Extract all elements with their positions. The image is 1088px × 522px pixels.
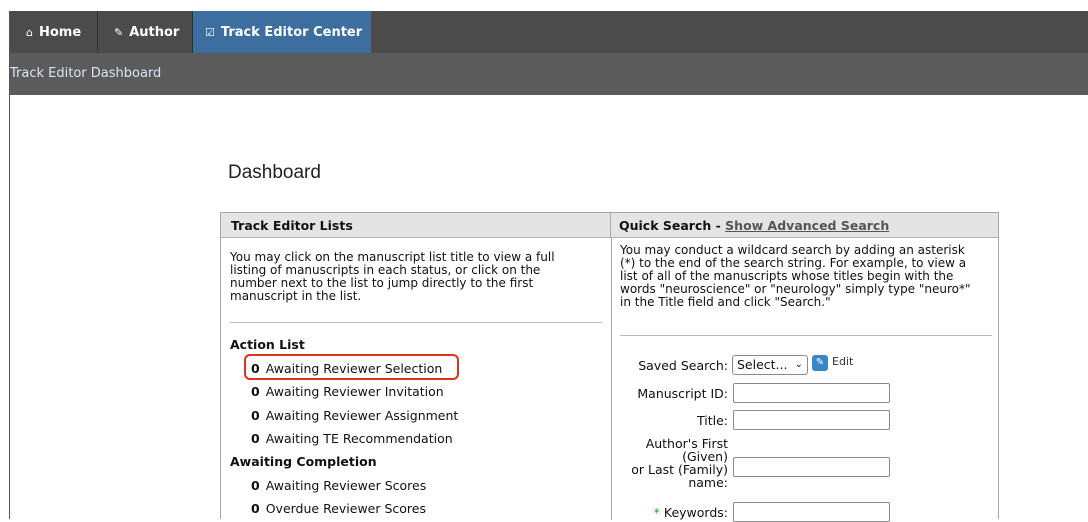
item-label[interactable]: Awaiting TE Recommendation — [266, 431, 453, 446]
item-count[interactable]: 0 — [251, 384, 260, 399]
nav-track-editor-center-label: Track Editor Center — [220, 24, 363, 40]
awaiting-completion-heading: Awaiting Completion — [230, 454, 377, 469]
pencil-edit-icon[interactable]: ✎ — [812, 355, 828, 371]
item-label[interactable]: Awaiting Reviewer Assignment — [266, 408, 459, 423]
top-nav: ⌂ Home ✎ Author ☑ Track Editor Center — [10, 11, 1088, 53]
intro-line: manuscript in the list. — [230, 289, 362, 303]
saved-search-select[interactable]: Select... ⌄ — [732, 355, 808, 375]
lists-intro: You may click on the manuscript list tit… — [230, 251, 605, 303]
item-count[interactable]: 0 — [251, 431, 260, 446]
quick-search-intro: You may conduct a wildcard search by add… — [620, 244, 996, 309]
saved-search-value: Select... — [737, 357, 788, 372]
manuscript-id-input[interactable] — [733, 383, 890, 403]
intro-line: in the Title field and click "Search." — [620, 295, 831, 309]
nav-track-editor-center[interactable]: ☑ Track Editor Center — [193, 11, 371, 53]
show-advanced-search-link[interactable]: Show Advanced Search — [725, 218, 889, 233]
item-label[interactable]: Awaiting Reviewer Scores — [266, 478, 427, 493]
list-item[interactable]: 0 Overdue Reviewer Scores — [251, 501, 426, 516]
label-line: name: — [688, 475, 728, 490]
lists-divider — [230, 322, 602, 323]
author-name-input[interactable] — [733, 457, 890, 477]
edit-link[interactable]: Edit — [832, 355, 853, 368]
action-list-heading: Action List — [230, 337, 305, 352]
dashboard-panel: Track Editor Lists Quick Search - Show A… — [220, 212, 999, 522]
item-count[interactable]: 0 — [251, 501, 260, 516]
list-item[interactable]: 0 Awaiting Reviewer Invitation — [251, 384, 444, 399]
nav-home[interactable]: ⌂ Home — [10, 11, 98, 53]
checkbox-icon: ☑ — [205, 25, 215, 39]
item-count[interactable]: 0 — [251, 408, 260, 423]
item-count[interactable]: 0 — [251, 478, 260, 493]
keywords-label: * Keywords: — [618, 505, 728, 520]
keywords-input[interactable] — [733, 502, 890, 522]
nav-home-label: Home — [38, 24, 82, 40]
saved-search-label: Saved Search: — [638, 358, 728, 373]
nav-author-label: Author — [129, 24, 180, 40]
pencil-icon: ✎ — [114, 25, 124, 39]
title-label: Title: — [697, 413, 728, 428]
page-title: Dashboard — [228, 162, 321, 183]
list-item[interactable]: 0 Awaiting Reviewer Scores — [251, 478, 426, 493]
quick-search-title: Quick Search - — [619, 218, 726, 233]
required-star: * — [653, 505, 660, 520]
track-editor-lists-header: Track Editor Lists — [221, 213, 611, 238]
highlight-box — [244, 354, 459, 380]
quick-search-divider — [620, 335, 992, 336]
nav-author[interactable]: ✎ Author — [98, 11, 193, 53]
sub-nav: Track Editor Dashboard — [10, 53, 1088, 95]
list-item[interactable]: 0 Awaiting Reviewer Assignment — [251, 408, 458, 423]
top-margin — [0, 0, 1088, 11]
author-name-label: Author's First (Given) or Last (Family) … — [618, 437, 728, 489]
title-input[interactable] — [733, 410, 890, 430]
column-divider — [611, 238, 612, 520]
manuscript-id-label: Manuscript ID: — [637, 386, 728, 401]
keywords-label-text: Keywords: — [663, 505, 728, 520]
page: ⌂ Home ✎ Author ☑ Track Editor Center Tr… — [0, 0, 1088, 522]
list-item[interactable]: 0 Awaiting TE Recommendation — [251, 431, 453, 446]
quick-search-header: Quick Search - Show Advanced Search — [611, 213, 998, 238]
home-icon: ⌂ — [26, 25, 33, 39]
track-editor-dashboard-link[interactable]: Track Editor Dashboard — [10, 66, 161, 81]
item-label[interactable]: Overdue Reviewer Scores — [266, 501, 426, 516]
item-label[interactable]: Awaiting Reviewer Invitation — [266, 384, 444, 399]
chevron-down-icon: ⌄ — [794, 359, 803, 370]
